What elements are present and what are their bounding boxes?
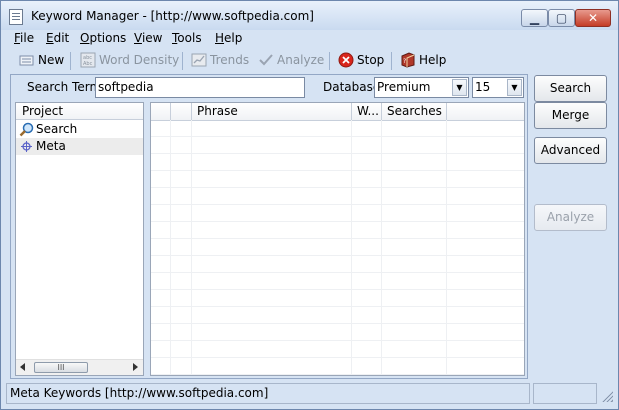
close-button[interactable]: ✕ (575, 9, 611, 27)
trends-icon (191, 52, 207, 68)
status-text: Meta Keywords [http://www.softpedia.com] (6, 383, 530, 404)
magnifier-icon (19, 122, 34, 137)
analyze-toolbar-label: Analyze (277, 53, 325, 67)
result-count-select[interactable]: 15 ▼ (472, 77, 524, 98)
toolbar-separator (182, 52, 183, 70)
grid-column-searches[interactable]: Searches (382, 103, 447, 120)
grid-column-flag[interactable] (171, 103, 192, 120)
toolbar-separator (391, 52, 392, 70)
trends-button[interactable]: Trends (191, 51, 249, 69)
tree-item-search[interactable]: Search (16, 121, 143, 138)
results-grid[interactable]: Phrase W... Searches (150, 102, 525, 376)
toolbar: New abcAbc Word Density Trends Analyze (1, 49, 618, 71)
resize-grip-icon[interactable] (601, 390, 613, 402)
grid-body[interactable] (151, 120, 524, 375)
menu-bar: File Edit Options View Tools Help (1, 30, 618, 48)
stop-icon (338, 52, 354, 68)
tree-item-meta[interactable]: Meta (16, 138, 143, 155)
menu-edit[interactable]: Edit (46, 31, 69, 45)
window-title: Keyword Manager - [http://www.softpedia.… (31, 9, 314, 23)
new-label: New (38, 53, 65, 67)
chevron-down-icon[interactable]: ▼ (452, 79, 467, 96)
stop-button[interactable]: Stop (338, 51, 384, 69)
search-term-input[interactable]: softpedia (95, 77, 305, 98)
grid-column-extra[interactable] (447, 103, 524, 120)
app-icon (9, 9, 23, 25)
menu-file[interactable]: File (14, 31, 34, 45)
main-panel: Search Term: softpedia Database: Premium… (10, 74, 528, 379)
help-book-icon: ? (400, 52, 416, 68)
new-button[interactable]: New (19, 51, 64, 69)
advanced-button[interactable]: Advanced (534, 137, 607, 164)
status-bar: Meta Keywords [http://www.softpedia.com] (1, 382, 618, 409)
menu-options[interactable]: Options (80, 31, 126, 45)
status-secondary (533, 383, 597, 404)
menu-help[interactable]: Help (215, 31, 242, 45)
search-button[interactable]: Search (534, 75, 607, 102)
search-term-label: Search Term: (27, 80, 106, 94)
menu-tools[interactable]: Tools (172, 31, 202, 45)
grid-column-line (170, 120, 171, 375)
scroll-left-icon[interactable] (20, 363, 25, 371)
scroll-right-icon[interactable] (133, 363, 138, 371)
chevron-down-icon[interactable]: ▼ (507, 79, 522, 96)
result-count-value: 15 (475, 80, 491, 94)
analyze-toolbar-button[interactable]: Analyze (258, 51, 324, 69)
search-bar: Search Term: softpedia Database: Premium… (11, 75, 527, 99)
menu-view[interactable]: View (134, 31, 162, 45)
tree-item-meta-label: Meta (36, 139, 66, 153)
grid-column-line (446, 120, 447, 375)
toolbar-separator (329, 52, 330, 70)
database-selected-value: Premium (377, 80, 431, 94)
project-column-header[interactable]: Project (16, 103, 143, 120)
maximize-button[interactable]: ▢ (548, 9, 575, 27)
stop-label: Stop (357, 53, 385, 67)
title-bar[interactable]: Keyword Manager - [http://www.softpedia.… (1, 1, 618, 30)
minimize-button[interactable]: ▁ (521, 9, 548, 27)
analyze-button[interactable]: Analyze (534, 204, 607, 231)
grid-column-select[interactable] (151, 103, 171, 120)
help-button[interactable]: ? Help (400, 51, 446, 69)
checkmark-icon (258, 52, 274, 68)
meta-icon (19, 139, 34, 154)
new-document-icon (19, 52, 35, 68)
word-density-label: Word Density (99, 53, 180, 67)
merge-button[interactable]: Merge (534, 102, 607, 129)
grid-column-line (381, 120, 382, 375)
tree-horizontal-scrollbar[interactable]: III (16, 359, 143, 375)
help-label: Help (419, 53, 447, 67)
scroll-thumb[interactable]: III (34, 362, 88, 373)
grid-column-words[interactable]: W... (352, 103, 382, 120)
tree-item-search-label: Search (36, 122, 78, 136)
grid-header: Phrase W... Searches (151, 103, 524, 121)
toolbar-separator (70, 52, 71, 70)
trends-label: Trends (210, 53, 250, 67)
grid-column-line (351, 120, 352, 375)
svg-text:Abc: Abc (83, 61, 93, 67)
app-window: Keyword Manager - [http://www.softpedia.… (0, 0, 619, 410)
grid-column-line (191, 120, 192, 375)
word-density-icon: abc Abc (80, 52, 96, 68)
project-tree[interactable]: Project Search Meta III (15, 102, 144, 376)
word-density-button[interactable]: abc Abc Word Density (80, 51, 179, 69)
database-select[interactable]: Premium ▼ (374, 77, 469, 98)
grid-column-phrase[interactable]: Phrase (192, 103, 352, 120)
svg-text:?: ? (403, 58, 406, 65)
